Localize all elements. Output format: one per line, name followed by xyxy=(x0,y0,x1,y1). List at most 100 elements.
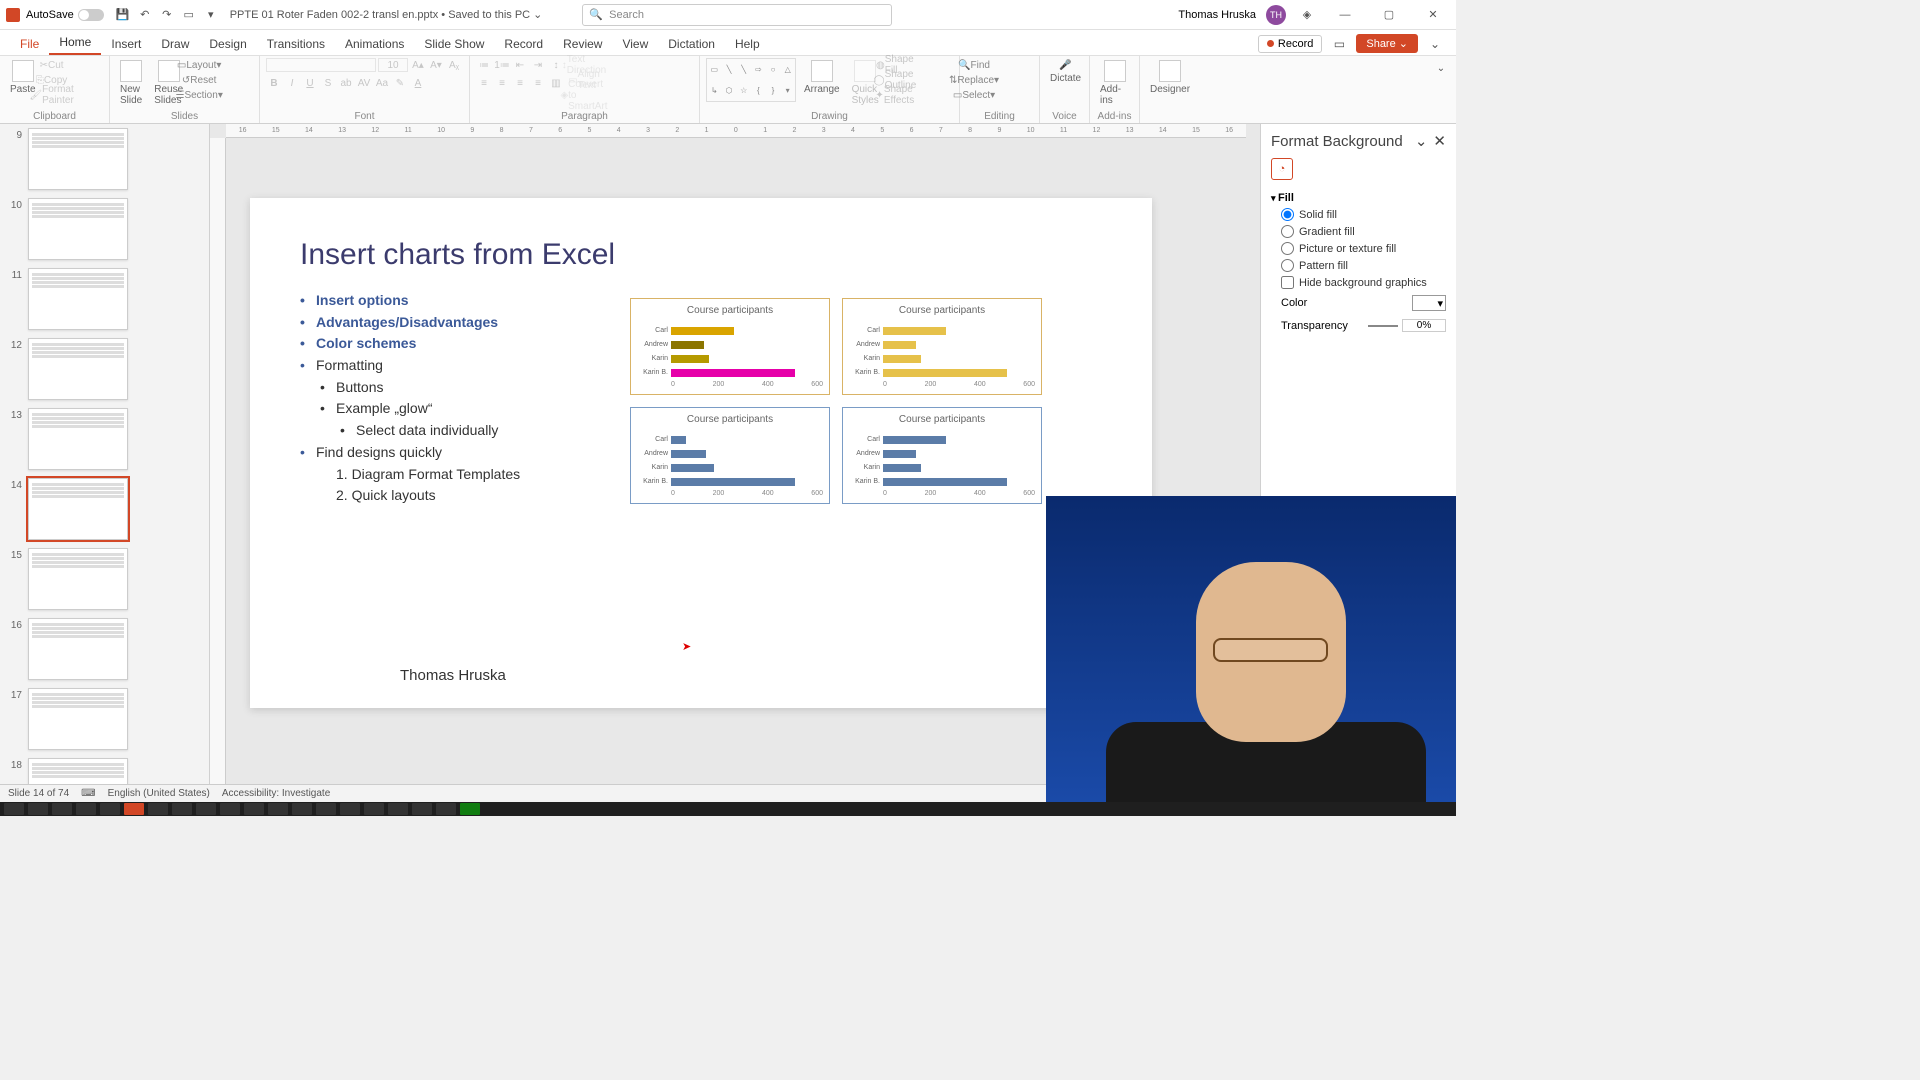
chart-4[interactable]: Course participantsCarlAndrewKarinKarin … xyxy=(842,407,1042,504)
hide-bg-graphics-check[interactable]: Hide background graphics xyxy=(1271,274,1446,291)
search-input[interactable]: 🔍 Search xyxy=(582,4,892,26)
thumbnail-slide-18[interactable]: 18 xyxy=(4,758,201,784)
taskbar-item[interactable] xyxy=(388,803,408,815)
slideshow-start-icon[interactable]: ▭ xyxy=(181,7,197,23)
tab-help[interactable]: Help xyxy=(725,33,770,55)
thumbnail-preview[interactable] xyxy=(28,618,128,680)
shapes-gallery[interactable]: ▭╲╲⇨○△ ↳⬡☆{}▾ xyxy=(706,58,796,102)
language-label[interactable]: English (United States) xyxy=(108,788,210,799)
slide-thumbnails-panel[interactable]: 9101112131415161718 xyxy=(0,124,210,784)
numbering-button[interactable]: 1≔ xyxy=(494,58,510,72)
spellcheck-icon[interactable]: ⌨ xyxy=(81,788,95,799)
clear-format-icon[interactable]: Aᵪ xyxy=(446,58,462,72)
solid-fill-radio[interactable]: Solid fill xyxy=(1271,206,1446,223)
color-picker-button[interactable]: ▾ xyxy=(1412,295,1446,311)
present-icon[interactable]: ▭ xyxy=(1331,36,1347,52)
format-painter-button[interactable]: 🖌 Format Painter xyxy=(44,88,60,102)
chart-1[interactable]: Course participantsCarlAndrewKarinKarin … xyxy=(630,298,830,395)
thumbnail-slide-12[interactable]: 12 xyxy=(4,338,201,400)
record-button[interactable]: Record xyxy=(1258,35,1322,53)
columns-button[interactable]: ▥ xyxy=(548,76,564,90)
thumbnail-preview[interactable] xyxy=(28,268,128,330)
user-avatar[interactable]: TH xyxy=(1266,5,1286,25)
close-button[interactable]: ✕ xyxy=(1416,1,1450,29)
thumbnail-preview[interactable] xyxy=(28,548,128,610)
tab-animations[interactable]: Animations xyxy=(335,33,414,55)
designer-button[interactable]: Designer xyxy=(1146,58,1194,97)
taskbar-item[interactable] xyxy=(316,803,336,815)
taskbar-item[interactable] xyxy=(220,803,240,815)
thumbnail-slide-11[interactable]: 11 xyxy=(4,268,201,330)
indent-inc-button[interactable]: ⇥ xyxy=(530,58,546,72)
embedded-charts[interactable]: Course participantsCarlAndrewKarinKarin … xyxy=(630,298,1042,504)
taskbar-item[interactable] xyxy=(412,803,432,815)
thumbnail-preview[interactable] xyxy=(28,128,128,190)
transparency-slider[interactable] xyxy=(1368,325,1398,327)
increase-font-icon[interactable]: A▴ xyxy=(410,58,426,72)
start-button[interactable] xyxy=(4,803,24,815)
chart-2[interactable]: Course participantsCarlAndrewKarinKarin … xyxy=(842,298,1042,395)
slide-canvas[interactable]: Insert charts from Excel Insert options … xyxy=(250,198,1152,708)
thumbnail-preview[interactable] xyxy=(28,198,128,260)
accessibility-label[interactable]: Accessibility: Investigate xyxy=(222,788,330,799)
font-size-select[interactable]: 10 xyxy=(378,58,408,72)
taskbar-item[interactable] xyxy=(76,803,96,815)
taskbar-item[interactable] xyxy=(436,803,456,815)
thumbnail-preview[interactable] xyxy=(28,478,128,540)
taskbar-item[interactable] xyxy=(28,803,48,815)
tab-draw[interactable]: Draw xyxy=(151,33,199,55)
dictate-button[interactable]: 🎤Dictate xyxy=(1046,58,1085,86)
shape-effects-button[interactable]: ✦ Shape Effects xyxy=(887,88,903,102)
section-button[interactable]: ☰ Section ▾ xyxy=(191,88,207,102)
autosave-toggle[interactable]: AutoSave xyxy=(26,9,104,21)
undo-icon[interactable]: ↶ xyxy=(137,7,153,23)
thumbnail-slide-13[interactable]: 13 xyxy=(4,408,201,470)
find-button[interactable]: 🔍 Find xyxy=(966,58,982,72)
font-family-select[interactable] xyxy=(266,58,376,72)
taskbar-item[interactable] xyxy=(460,803,480,815)
tab-dictation[interactable]: Dictation xyxy=(658,33,725,55)
tab-view[interactable]: View xyxy=(612,33,658,55)
diamond-icon[interactable]: ◈ xyxy=(1299,7,1315,23)
fill-section-header[interactable]: Fill xyxy=(1271,190,1446,206)
thumbnail-slide-16[interactable]: 16 xyxy=(4,618,201,680)
tab-transitions[interactable]: Transitions xyxy=(257,33,335,55)
select-button[interactable]: ▭ Select ▾ xyxy=(966,88,982,102)
strike-button[interactable]: S xyxy=(320,76,336,90)
taskbar-item[interactable] xyxy=(244,803,264,815)
tab-file[interactable]: File xyxy=(10,33,49,55)
toggle-switch-icon[interactable] xyxy=(78,9,104,21)
new-slide-button[interactable]: New Slide xyxy=(116,58,146,108)
tab-record[interactable]: Record xyxy=(494,33,553,55)
windows-taskbar[interactable] xyxy=(0,802,1456,816)
thumbnail-preview[interactable] xyxy=(28,408,128,470)
ribbon-collapse-icon[interactable]: ⌄ xyxy=(1427,36,1443,52)
taskbar-item[interactable] xyxy=(52,803,72,815)
replace-button[interactable]: ⇅ Replace ▾ xyxy=(966,73,982,87)
taskbar-item[interactable] xyxy=(340,803,360,815)
pattern-fill-radio[interactable]: Pattern fill xyxy=(1271,257,1446,274)
thumbnail-preview[interactable] xyxy=(28,758,128,784)
share-button[interactable]: Share ⌄ xyxy=(1356,34,1418,53)
justify-button[interactable]: ≡ xyxy=(530,76,546,90)
addins-button[interactable]: Add-ins xyxy=(1096,58,1133,108)
align-center-button[interactable]: ≡ xyxy=(494,76,510,90)
taskbar-item[interactable] xyxy=(196,803,216,815)
chart-3[interactable]: Course participantsCarlAndrewKarinKarin … xyxy=(630,407,830,504)
tab-slideshow[interactable]: Slide Show xyxy=(414,33,494,55)
shadow-button[interactable]: ab xyxy=(338,76,354,90)
thumbnail-slide-10[interactable]: 10 xyxy=(4,198,201,260)
thumbnail-preview[interactable] xyxy=(28,688,128,750)
bold-button[interactable]: B xyxy=(266,76,282,90)
bullets-button[interactable]: ≔ xyxy=(476,58,492,72)
save-icon[interactable]: 💾 xyxy=(115,7,131,23)
maximize-button[interactable]: ▢ xyxy=(1372,1,1406,29)
minimize-button[interactable]: — xyxy=(1328,1,1362,29)
font-color-button[interactable]: A xyxy=(410,76,426,90)
indent-dec-button[interactable]: ⇤ xyxy=(512,58,528,72)
pane-close-icon[interactable]: ✕ xyxy=(1433,132,1446,150)
tab-design[interactable]: Design xyxy=(199,33,256,55)
thumbnail-slide-14[interactable]: 14 xyxy=(4,478,201,540)
thumbnail-slide-17[interactable]: 17 xyxy=(4,688,201,750)
thumbnail-preview[interactable] xyxy=(28,338,128,400)
